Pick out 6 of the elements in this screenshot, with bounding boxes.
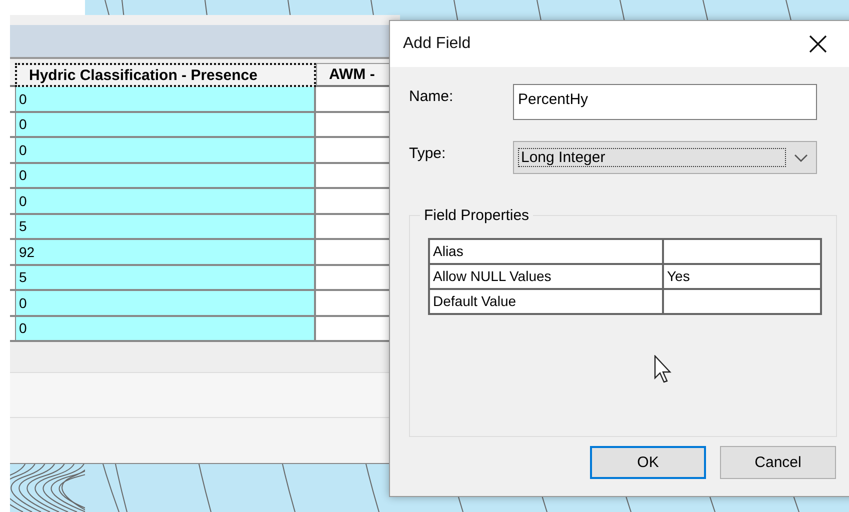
row-header[interactable] xyxy=(10,266,15,291)
corner-header[interactable] xyxy=(10,63,15,87)
row-header[interactable] xyxy=(10,112,15,138)
row-header[interactable] xyxy=(10,214,15,240)
row-header[interactable] xyxy=(10,316,15,342)
row-header[interactable] xyxy=(10,164,15,189)
